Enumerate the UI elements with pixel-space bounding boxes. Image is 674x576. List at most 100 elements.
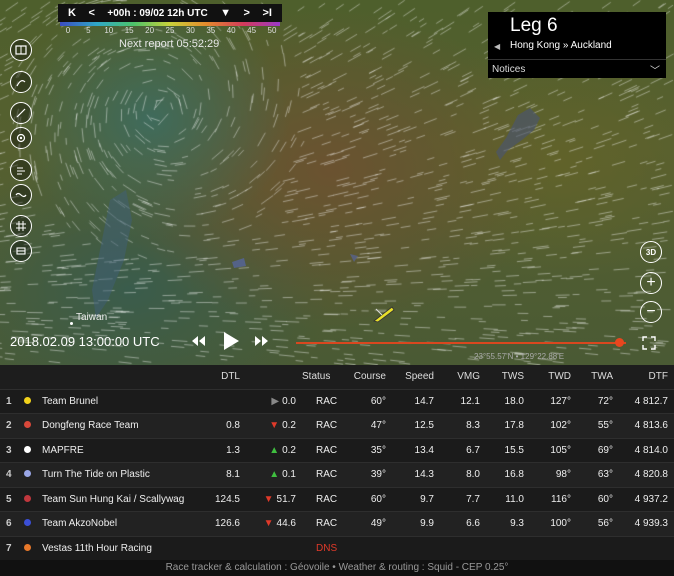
scale-tick-label: 45	[247, 26, 257, 35]
island-shape	[496, 108, 540, 160]
td-rank: 3	[0, 437, 20, 463]
header-speed[interactable]: Speed	[392, 365, 440, 389]
view-3d-button[interactable]: 3D	[640, 241, 662, 263]
boat-marker[interactable]	[372, 303, 396, 323]
first-frame-button[interactable]: K	[68, 7, 76, 19]
play-button[interactable]	[222, 331, 240, 351]
wind-icon[interactable]	[10, 159, 32, 181]
table-row[interactable]: 5 Team Sun Hung Kai / Scallywag 124.5 ▼ 51.7…	[0, 486, 674, 512]
header-vmg[interactable]: VMG	[440, 365, 486, 389]
grid-icon[interactable]	[10, 215, 32, 237]
cell-status: RAC	[302, 388, 350, 414]
current-icon[interactable]	[10, 184, 32, 206]
cell-vmg: 6.7	[440, 437, 486, 463]
taiwan-shape	[92, 190, 132, 318]
rewind-button[interactable]	[190, 333, 206, 349]
zoom-out-button[interactable]: −	[640, 301, 662, 323]
team-name: Team AkzoNobel	[34, 511, 194, 536]
target-icon[interactable]	[10, 127, 32, 149]
scale-tick-label: 0	[65, 26, 71, 35]
route-icon[interactable]	[10, 71, 32, 93]
table-row[interactable]: 1 Team Brunel ▶ 0.0 RAC 60° 14.7 12.1 18.0 127° 72…	[0, 388, 674, 414]
next-report-label: Next report 05:52:29	[119, 38, 220, 50]
cell-status: RAC	[302, 486, 350, 512]
next-frame-button[interactable]: >	[244, 7, 250, 19]
cell-dtf	[619, 535, 674, 561]
cell-dtf: 4 812.7	[619, 388, 674, 414]
island-shape	[350, 254, 358, 262]
timeline-track[interactable]	[296, 342, 626, 344]
table-row[interactable]: 7 Vestas 11th Hour Racing DNS	[0, 535, 674, 561]
header-dtl-change	[246, 365, 302, 389]
scale-tick-label: 15	[124, 26, 134, 35]
notices-dropdown[interactable]: Notices ﹀	[488, 59, 666, 78]
header-status[interactable]: Status	[302, 365, 350, 389]
zoom-in-button[interactable]: +	[640, 272, 662, 294]
team-name: MAPFRE	[34, 437, 194, 463]
prev-frame-button[interactable]: <	[88, 7, 94, 19]
forecast-dropdown-icon[interactable]: ▼	[220, 7, 231, 19]
fast-forward-button[interactable]	[254, 333, 270, 349]
layers-icon[interactable]	[10, 240, 32, 262]
cell-vmg: 8.3	[440, 413, 486, 438]
table-row[interactable]: 4 Turn The Tide on Plastic 8.1 ▲ 0.1 RAC 39° 14…	[0, 462, 674, 487]
leg-route: Hong Kong » Auckland	[510, 40, 612, 51]
cell-tws: 11.0	[486, 486, 530, 512]
cell-dtl: 8.1	[194, 462, 246, 487]
leg-title: Leg 6	[510, 15, 558, 36]
td-rank: 2	[0, 413, 20, 438]
wind-map[interactable]: K < +00h : 09/02 12h UTC ▼ > >I 0 5 10 15 20…	[0, 0, 674, 365]
cell-status: RAC	[302, 437, 350, 463]
table-row[interactable]: 6 Team AkzoNobel 126.6 ▼ 44.6 RAC 49° 9.9 6.6 9.3…	[0, 511, 674, 536]
dtl-delta: 0.0	[282, 395, 296, 407]
td-rank: 6	[0, 511, 20, 536]
header-twa[interactable]: TWA	[577, 365, 619, 389]
last-frame-button[interactable]: >I	[262, 7, 271, 19]
map-book-icon[interactable]	[10, 39, 32, 61]
cell-tws	[486, 535, 530, 561]
cell-speed: 13.4	[392, 437, 440, 463]
td-rank: 4	[0, 462, 20, 487]
cell-status: RAC	[302, 413, 350, 438]
fullscreen-icon[interactable]	[642, 336, 656, 350]
forecast-time-label: +00h : 09/02 12h UTC	[107, 7, 208, 19]
leg-prev-icon[interactable]: ◀	[494, 42, 500, 51]
trend-arrow-icon: ▼	[269, 420, 280, 432]
team-name: Vestas 11th Hour Racing	[34, 535, 194, 561]
team-color-dot	[20, 413, 34, 438]
dtl-delta: 51.7	[276, 493, 296, 505]
cell-speed: 9.7	[392, 486, 440, 512]
cell-tws: 18.0	[486, 388, 530, 414]
team-color-icon	[23, 396, 31, 404]
scale-tick-label: 25	[165, 26, 175, 35]
cell-course: 35°	[350, 437, 392, 463]
cell-dtf: 4 813.6	[619, 413, 674, 438]
cell-twa: 60°	[577, 486, 619, 512]
cell-course: 60°	[350, 388, 392, 414]
cell-speed	[392, 535, 440, 561]
table-row[interactable]: 3 MAPFRE 1.3 ▲ 0.2 RAC 35° 13.4 6.7 15.5 105° 69° 4 …	[0, 437, 674, 463]
header-dtf[interactable]: DTF	[619, 365, 674, 389]
cell-twa: 56°	[577, 511, 619, 536]
dtl-delta: 0.1	[282, 469, 296, 481]
team-name: Dongfeng Race Team	[34, 413, 194, 438]
header-course[interactable]: Course	[350, 365, 392, 389]
header-rank	[0, 365, 20, 389]
header-dtl[interactable]: DTL	[194, 365, 246, 389]
cell-twa: 63°	[577, 462, 619, 487]
cell-twa: 72°	[577, 388, 619, 414]
cell-vmg: 8.0	[440, 462, 486, 487]
cell-vmg: 12.1	[440, 388, 486, 414]
trend-arrow-icon: ▲	[269, 444, 280, 456]
table-row[interactable]: 2 Dongfeng Race Team 0.8 ▼ 0.2 RAC 47° 12.5 8.3 1…	[0, 413, 674, 438]
cell-dtf: 4 820.8	[619, 462, 674, 487]
cell-status: DNS	[302, 535, 350, 561]
team-color-dot	[20, 486, 34, 512]
cell-speed: 9.9	[392, 511, 440, 536]
dtl-delta: 44.6	[276, 518, 296, 530]
header-twd[interactable]: TWD	[530, 365, 577, 389]
cell-dtl	[194, 535, 246, 561]
trend-arrow-icon: ▲	[269, 469, 280, 481]
header-tws[interactable]: TWS	[486, 365, 530, 389]
track-icon[interactable]	[10, 102, 32, 124]
